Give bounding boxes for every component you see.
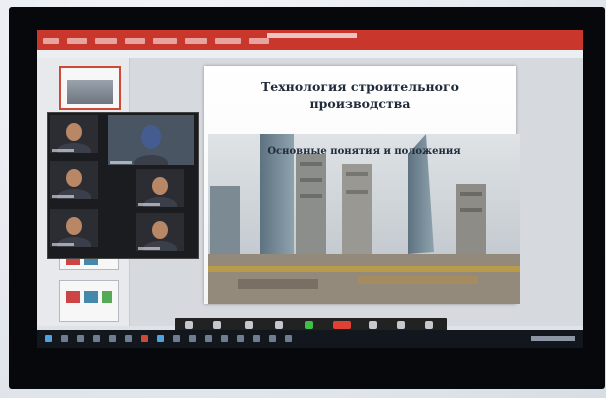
ribbon-tab-insert[interactable] (95, 38, 117, 44)
search-icon[interactable] (61, 335, 68, 342)
slide-title: Технология строительного производства (260, 79, 460, 111)
participants-icon[interactable] (275, 321, 283, 329)
browser-icon[interactable] (109, 335, 116, 342)
taskbar-app-icon[interactable] (285, 335, 292, 342)
mute-icon[interactable] (185, 321, 193, 329)
task-view-icon[interactable] (77, 335, 84, 342)
taskbar-app-icon[interactable] (237, 335, 244, 342)
security-icon[interactable] (245, 321, 253, 329)
record-icon[interactable] (397, 321, 405, 329)
zoom-gallery-view[interactable] (47, 112, 199, 259)
system-tray[interactable] (531, 336, 575, 341)
chat-icon[interactable] (369, 321, 377, 329)
windows-start-icon[interactable] (45, 335, 52, 342)
reactions-icon[interactable] (425, 321, 433, 329)
window-title-bar-text (267, 33, 357, 38)
windows-taskbar (37, 330, 583, 348)
mail-icon[interactable] (125, 335, 132, 342)
taskbar-app-icon[interactable] (253, 335, 260, 342)
ribbon-tab-design[interactable] (125, 38, 145, 44)
zoom-icon[interactable] (157, 335, 164, 342)
ribbon-tab-file[interactable] (43, 38, 59, 44)
current-slide[interactable]: Технология строительного производства Ос… (204, 66, 520, 304)
participant-tile-active-speaker[interactable] (108, 115, 194, 165)
explorer-icon[interactable] (93, 335, 100, 342)
slide-thumbnail[interactable] (59, 280, 119, 322)
participant-tile[interactable] (136, 169, 184, 207)
taskbar-app-icon[interactable] (205, 335, 212, 342)
participant-tile[interactable] (50, 209, 98, 247)
share-screen-icon[interactable] (305, 321, 313, 329)
participant-tile[interactable] (50, 115, 98, 153)
taskbar-app-icon[interactable] (221, 335, 228, 342)
powerpoint-icon[interactable] (141, 335, 148, 342)
construction-city-image (208, 134, 520, 304)
store-icon[interactable] (173, 335, 180, 342)
ribbon-tab-transitions[interactable] (153, 38, 177, 44)
video-icon[interactable] (213, 321, 221, 329)
participant-tile[interactable] (136, 213, 184, 251)
slide-thumbnail[interactable] (59, 66, 121, 110)
ribbon-tab-slideshow[interactable] (215, 38, 241, 44)
taskbar-app-icon[interactable] (269, 335, 276, 342)
ppt-ribbon (37, 30, 583, 50)
taskbar-app-icon[interactable] (189, 335, 196, 342)
ribbon-tab-animations[interactable] (185, 38, 207, 44)
participant-tile[interactable] (50, 161, 98, 199)
slide-subtitle: Основные понятия и положения (267, 146, 461, 157)
end-meeting-icon[interactable] (333, 321, 351, 329)
ribbon-tab-review[interactable] (249, 38, 269, 44)
ribbon-tab-home[interactable] (67, 38, 87, 44)
